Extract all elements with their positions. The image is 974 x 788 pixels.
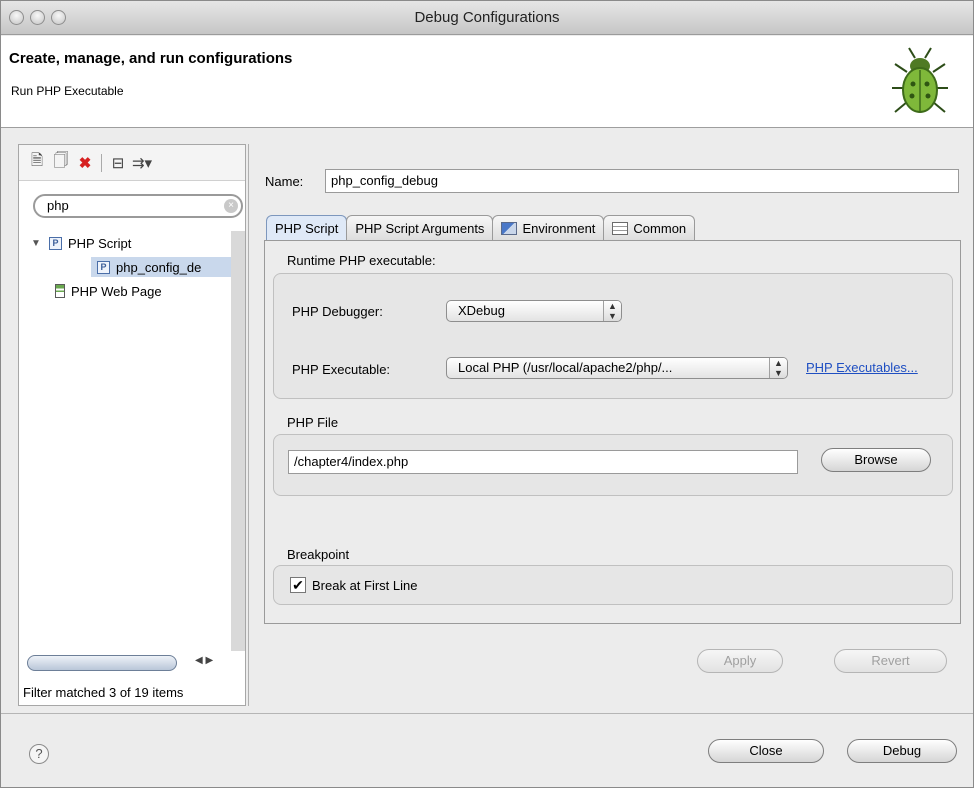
updown-arrows-icon: ▲ ▼ <box>769 358 787 378</box>
tab-php-script-arguments[interactable]: PHP Script Arguments <box>346 215 494 241</box>
revert-button[interactable]: Revert <box>834 649 947 673</box>
breakpoint-group: ✔ Break at First Line <box>273 565 953 605</box>
php-file-field[interactable]: /chapter4/index.php <box>288 450 798 474</box>
help-icon[interactable]: ? <box>29 744 49 764</box>
banner-heading: Create, manage, and run configurations <box>9 50 293 67</box>
environment-icon <box>501 222 518 235</box>
window-title: Debug Configurations <box>414 9 560 26</box>
tree-item-php-config[interactable]: P php_config_de <box>91 257 231 277</box>
tab-environment[interactable]: Environment <box>492 215 605 241</box>
browse-button[interactable]: Browse <box>821 448 931 472</box>
filter-input[interactable]: php × <box>33 194 243 218</box>
configuration-toolbar: 🗎 🗍 ✖ ⊟ ⇉▾ <box>19 145 245 181</box>
banner-subtitle: Run PHP Executable <box>11 84 124 98</box>
name-label: Name: <box>265 174 304 189</box>
break-first-line-checkbox[interactable]: ✔ <box>290 577 306 593</box>
clear-filter-icon[interactable]: × <box>224 199 238 213</box>
debugger-label: PHP Debugger: <box>292 304 383 319</box>
tab-bar: PHP Script PHP Script Arguments Environm… <box>266 215 696 241</box>
new-configuration-icon[interactable]: 🗎 <box>27 152 47 173</box>
tree-item-label: PHP Script <box>68 235 132 251</box>
expand-triangle-icon[interactable]: ▼ <box>31 238 43 249</box>
configuration-list-panel: 🗎 🗍 ✖ ⊟ ⇉▾ php × ▼ P PHP Script P php_co… <box>18 144 246 706</box>
runtime-heading: Runtime PHP executable: <box>287 253 436 268</box>
executable-value: Local PHP (/usr/local/apache2/php/... <box>458 360 673 375</box>
tree-item-label: php_config_de <box>116 259 202 275</box>
filter-status: Filter matched 3 of 19 items <box>23 685 184 700</box>
tab-php-script[interactable]: PHP Script <box>266 215 348 241</box>
tab-label: Common <box>633 220 687 236</box>
debug-button[interactable]: Debug <box>847 739 957 763</box>
tab-label: Environment <box>522 220 596 236</box>
apply-button[interactable]: Apply <box>697 649 783 673</box>
scroll-arrows-icon[interactable]: ◀ ▶ <box>195 655 213 666</box>
common-icon <box>612 222 629 235</box>
scrollbar-thumb[interactable] <box>27 655 177 671</box>
toolbar-separator <box>101 153 102 172</box>
php-script-icon: P <box>49 236 62 250</box>
header-banner: Create, manage, and run configurations R… <box>1 36 973 128</box>
delete-icon[interactable]: ✖ <box>75 153 95 173</box>
collapse-all-icon[interactable]: ⊟ <box>108 153 128 173</box>
executable-select[interactable]: Local PHP (/usr/local/apache2/php/... ▲ ▼ <box>446 357 788 379</box>
footer-divider <box>1 713 973 714</box>
php-file-heading: PHP File <box>287 415 339 430</box>
php-file-group: /chapter4/index.php Browse <box>273 434 953 496</box>
debugger-select[interactable]: XDebug ▲ ▼ <box>446 300 622 322</box>
configuration-editor: Name: php_config_debug PHP Script PHP Sc… <box>248 144 973 706</box>
updown-arrows-icon: ▲ ▼ <box>603 301 621 321</box>
tree-item-label: PHP Web Page <box>71 283 162 299</box>
tree-item-php-web-page[interactable]: PHP Web Page <box>55 281 162 301</box>
tab-common[interactable]: Common <box>603 215 696 241</box>
runtime-group: PHP Debugger: XDebug ▲ ▼ PHP Executable: … <box>273 273 953 399</box>
title-bar: Debug Configurations <box>1 1 973 35</box>
break-first-line-label: Break at First Line <box>312 578 418 593</box>
filter-menu-icon[interactable]: ⇉▾ <box>132 153 152 173</box>
breakpoint-heading: Breakpoint <box>287 547 350 562</box>
debug-configurations-window: Debug Configurations Create, manage, and… <box>0 0 974 788</box>
debugger-value: XDebug <box>458 303 505 318</box>
bug-icon <box>892 47 948 113</box>
php-web-page-icon <box>55 284 65 298</box>
executable-label: PHP Executable: <box>292 362 391 377</box>
tab-label: PHP Script Arguments <box>355 220 485 236</box>
php-executables-link[interactable]: PHP Executables... <box>806 360 918 375</box>
php-config-icon: P <box>97 260 110 274</box>
duplicate-icon[interactable]: 🗍 <box>51 152 71 173</box>
tree-item-php-script[interactable]: ▼ P PHP Script <box>31 233 131 253</box>
php-script-tab-content: Runtime PHP executable: PHP Debugger: XD… <box>264 240 961 624</box>
name-field[interactable]: php_config_debug <box>325 169 959 193</box>
filter-text: php <box>47 198 69 213</box>
horizontal-scrollbar[interactable]: ◀ ▶ <box>27 655 227 671</box>
tab-label: PHP Script <box>275 220 339 236</box>
close-button[interactable]: Close <box>708 739 824 763</box>
vertical-scrollbar[interactable] <box>231 231 245 651</box>
